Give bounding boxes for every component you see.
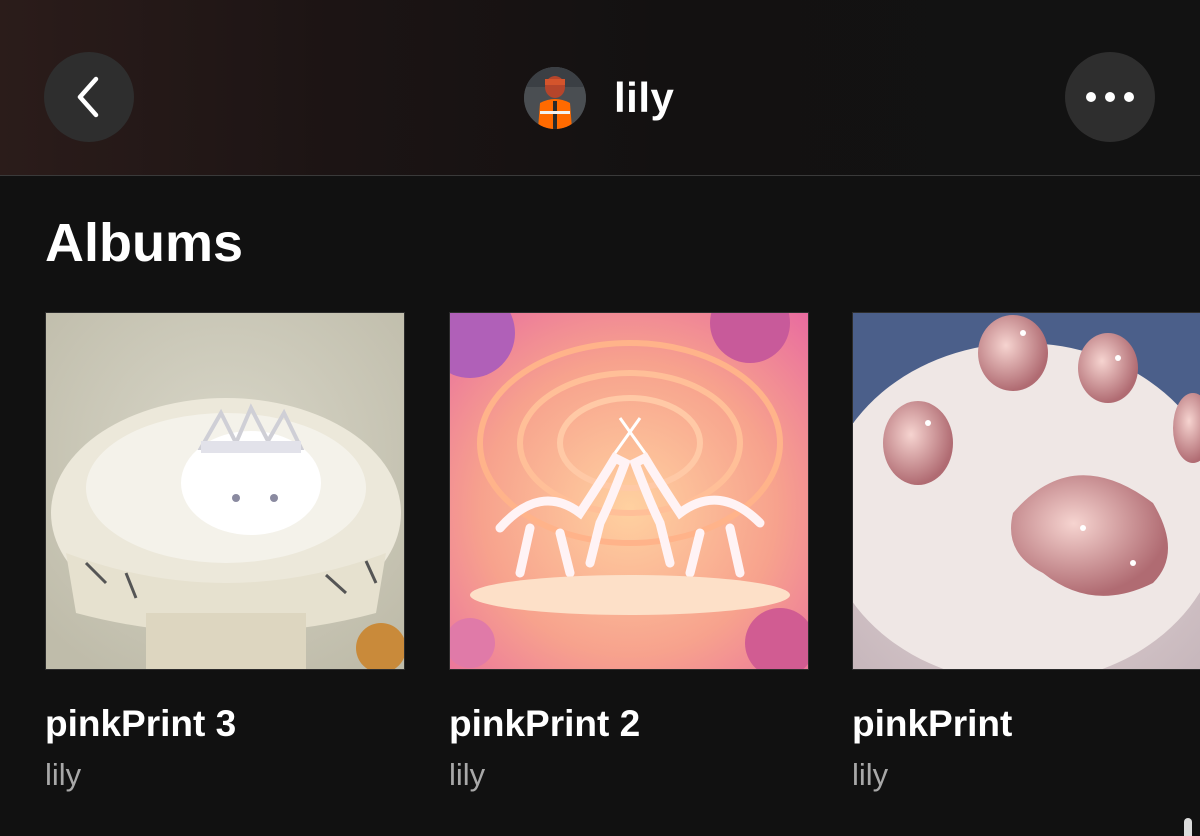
album-cover — [45, 312, 405, 670]
top-bar: lily — [0, 0, 1200, 176]
album-artist: lily — [45, 757, 82, 792]
profile-name: lily — [614, 74, 675, 121]
album-artist: lily — [852, 757, 889, 792]
chevron-left-icon — [77, 76, 99, 118]
album-title: pinkPrint 3 — [45, 703, 237, 744]
album-card[interactable]: pinkPrint 3 lily — [45, 312, 405, 793]
back-button[interactable] — [44, 52, 134, 142]
avatar — [524, 67, 586, 129]
scroll-indicator — [1184, 818, 1192, 836]
album-cover — [449, 312, 809, 670]
album-cover — [852, 312, 1200, 670]
artist-albums-screen: lily Albums pinkPrint 3 lily pinkPrint 2… — [0, 0, 1200, 836]
album-artist: lily — [449, 757, 486, 792]
album-card[interactable]: pinkPrint 2 lily — [449, 312, 809, 793]
more-options-button[interactable] — [1065, 52, 1155, 142]
album-card[interactable]: pinkPrint lily — [852, 312, 1200, 793]
more-horizontal-icon — [1086, 92, 1134, 102]
profile-header[interactable]: lily — [524, 66, 674, 130]
section-title: Albums — [45, 213, 244, 273]
album-title: pinkPrint 2 — [449, 703, 641, 744]
album-title: pinkPrint — [852, 703, 1013, 744]
